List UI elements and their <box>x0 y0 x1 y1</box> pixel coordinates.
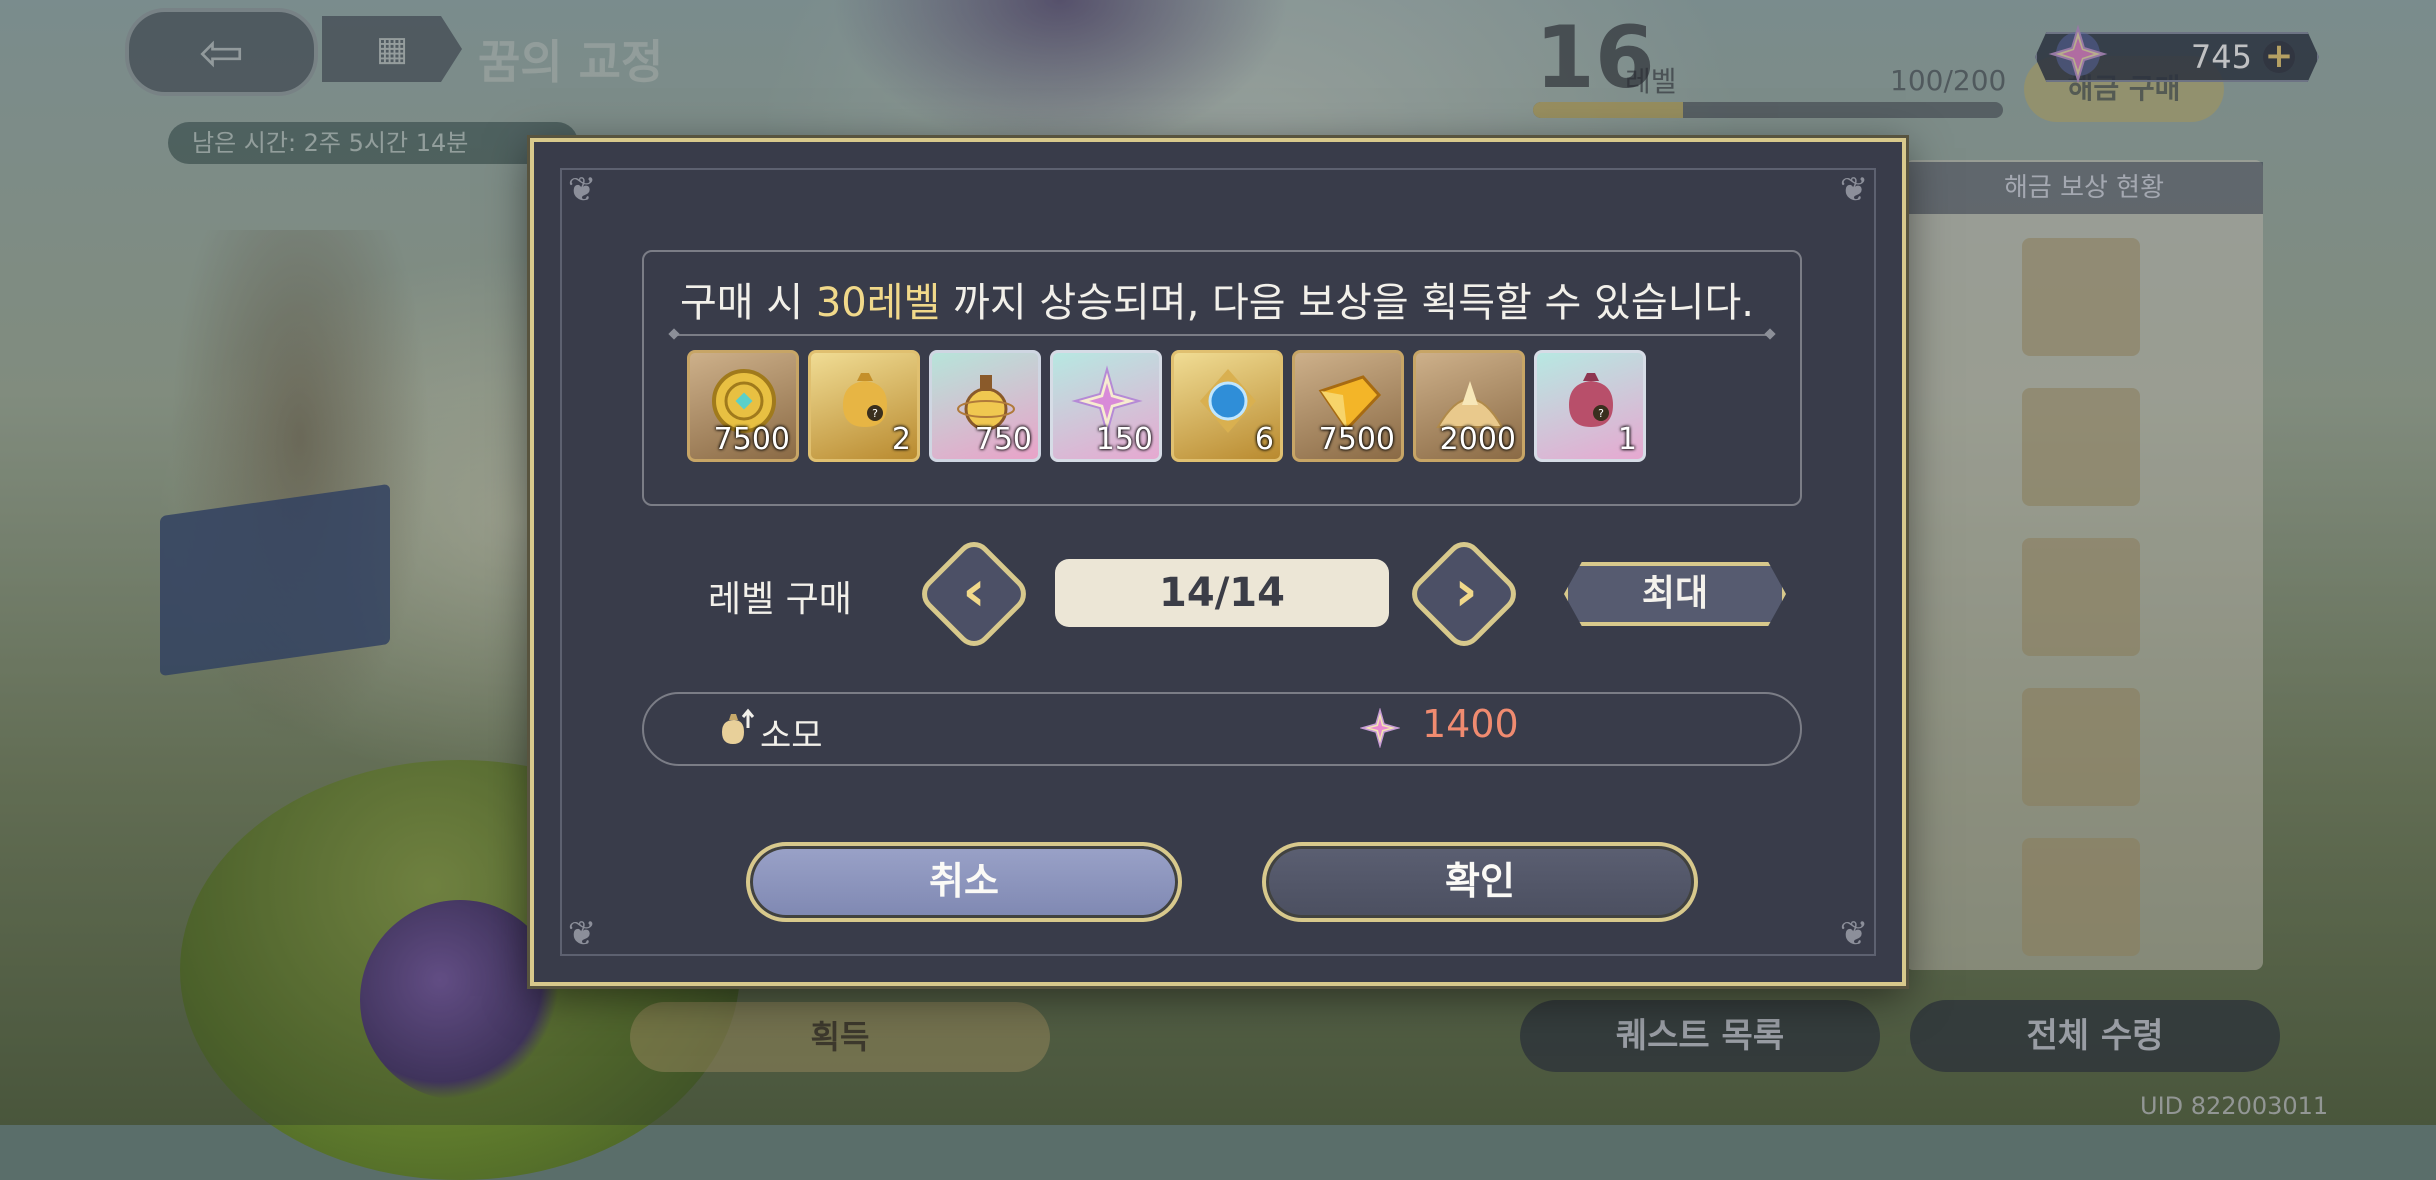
reward-count: 2 <box>891 422 911 457</box>
mystery-bag-icon: ? <box>1569 373 1613 427</box>
reward-count: 6 <box>1254 422 1274 457</box>
reward-item-list: 7500 ? 2 750 150 6 7500 2000 ? 1 <box>687 350 1646 462</box>
reward-item-star-crystal[interactable]: 150 <box>1050 350 1162 462</box>
corner-ornament-icon: ❦ <box>1839 914 1869 954</box>
corner-ornament-icon: ❦ <box>567 170 597 210</box>
star-gem-icon <box>1360 708 1400 748</box>
reward-count: 750 <box>974 422 1032 457</box>
level-purchase-dialog: ❦ ❦ ❦ ❦ 구매 시 30레벨 까지 상승되며, 다음 보상을 획득할 수 … <box>530 138 1906 986</box>
reward-item-blue-emblem[interactable]: 6 <box>1171 350 1283 462</box>
corner-ornament-icon: ❦ <box>567 914 597 954</box>
level-quantity-field[interactable]: 14/14 <box>1055 559 1389 627</box>
desc-suffix: 까지 상승되며, 다음 보상을 획득할 수 있습니다. <box>940 280 1754 326</box>
corner-ornament-icon: ❦ <box>1839 170 1869 210</box>
reward-item-gold-dust[interactable]: 2000 <box>1413 350 1525 462</box>
cancel-button[interactable]: 취소 <box>746 842 1182 922</box>
reward-count: 150 <box>1095 422 1153 457</box>
chevron-left-icon: ‹ <box>962 559 986 624</box>
reward-description: 구매 시 30레벨 까지 상승되며, 다음 보상을 획득할 수 있습니다. <box>680 270 1754 328</box>
reward-count: 1 <box>1617 422 1637 457</box>
reward-item-gold-ingot[interactable]: 7500 <box>1292 350 1404 462</box>
divider <box>674 334 1770 336</box>
reward-item-exp-potion[interactable]: 750 <box>929 350 1041 462</box>
reward-count: 7500 <box>713 422 790 457</box>
consume-bag-icon <box>722 708 755 744</box>
mystery-bag-icon: ? <box>843 373 887 427</box>
svg-text:?: ? <box>1598 407 1604 420</box>
reward-item-gold-coin[interactable]: 7500 <box>687 350 799 462</box>
cost-label: 소모 <box>760 716 823 756</box>
reward-item-mystery-bag[interactable]: ? 2 <box>808 350 920 462</box>
target-level-highlight: 30레벨 <box>815 280 941 326</box>
cost-value: 1400 <box>1422 702 1519 746</box>
level-purchase-label: 레벨 구매 <box>708 579 852 620</box>
blue-emblem-icon <box>1200 369 1256 433</box>
chevron-right-icon: › <box>1454 559 1478 624</box>
reward-item-mystery-bag-pink[interactable]: ? 1 <box>1534 350 1646 462</box>
confirm-button[interactable]: 확인 <box>1262 842 1698 922</box>
max-level-button[interactable]: 최대 <box>1564 562 1786 626</box>
desc-prefix: 구매 시 <box>680 280 816 326</box>
svg-text:?: ? <box>872 407 878 420</box>
reward-count: 2000 <box>1439 422 1516 457</box>
reward-count: 7500 <box>1318 422 1395 457</box>
